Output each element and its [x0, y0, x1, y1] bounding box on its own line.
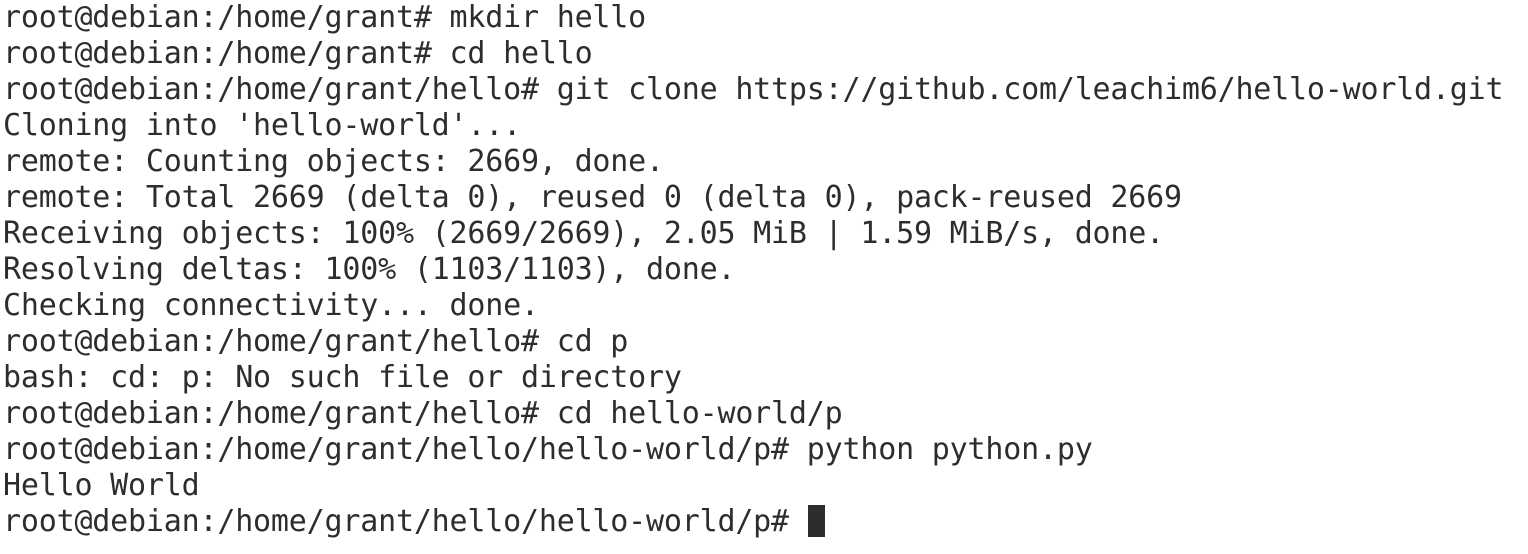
terminal-line: Resolving deltas: 100% (1103/1103), done…	[3, 252, 736, 287]
terminal-line: Hello World	[3, 468, 200, 503]
terminal-line: remote: Total 2669 (delta 0), reused 0 (…	[3, 180, 1182, 215]
terminal-line: bash: cd: p: No such file or directory	[3, 360, 682, 395]
terminal-line: Checking connectivity... done.	[3, 288, 539, 323]
command-prompt-line[interactable]: root@debian:/home/grant/hello/hello-worl…	[3, 504, 1528, 540]
terminal-line: root@debian:/home/grant# mkdir hello	[3, 0, 647, 35]
terminal-line: Receiving objects: 100% (2669/2669), 2.0…	[3, 216, 1164, 251]
shell-prompt: root@debian:/home/grant/hello/hello-worl…	[3, 504, 807, 539]
terminal-line: root@debian:/home/grant/hello# git clone…	[3, 72, 1504, 107]
text-cursor	[807, 505, 825, 537]
terminal-line: root@debian:/home/grant/hello/hello-worl…	[3, 432, 1093, 467]
terminal-line: root@debian:/home/grant/hello# cd p	[3, 324, 629, 359]
terminal-line: root@debian:/home/grant/hello# cd hello-…	[3, 396, 843, 431]
terminal-window[interactable]: root@debian:/home/grant# mkdir hello roo…	[0, 0, 1528, 554]
terminal-line: remote: Counting objects: 2669, done.	[3, 144, 664, 179]
terminal-line: root@debian:/home/grant# cd hello	[3, 36, 593, 71]
terminal-line: Cloning into 'hello-world'...	[3, 108, 521, 143]
